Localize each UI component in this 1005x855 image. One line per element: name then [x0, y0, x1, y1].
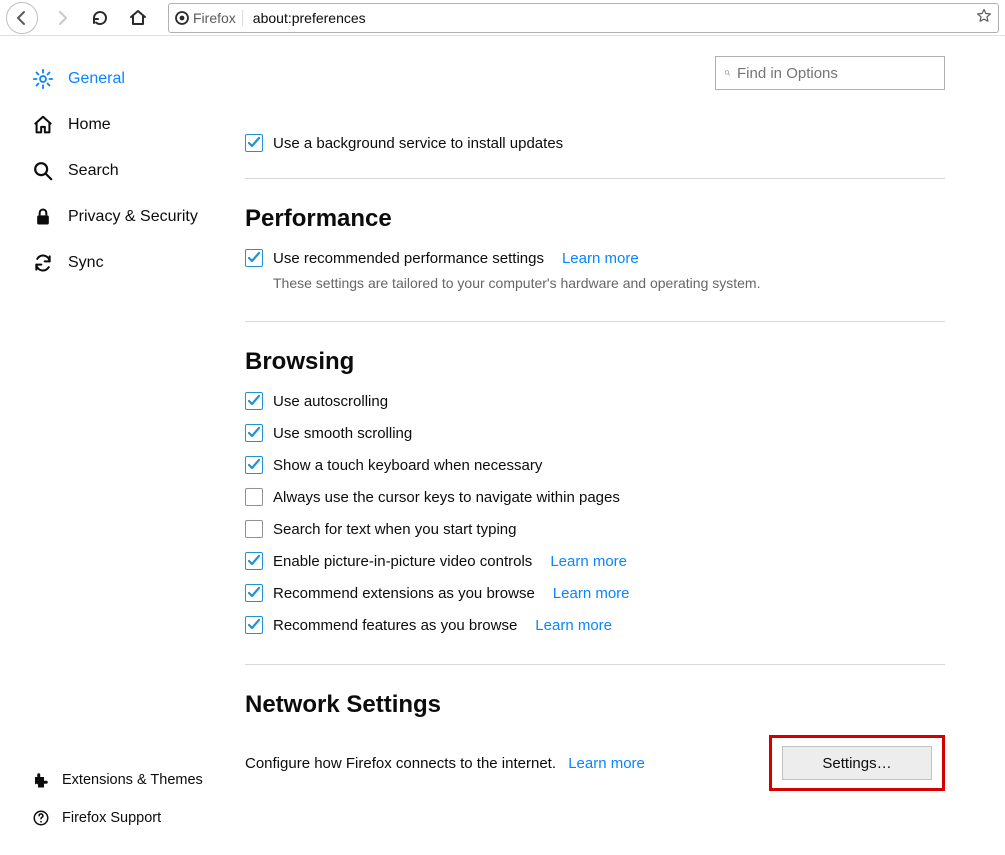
browser-toolbar: Firefox about:preferences [0, 0, 1005, 36]
cursor-keys-label: Always use the cursor keys to navigate w… [273, 489, 620, 506]
search-icon [32, 160, 54, 182]
bookmark-star-icon[interactable] [976, 8, 992, 28]
network-heading: Network Settings [245, 691, 945, 719]
checkbox-pip[interactable] [245, 552, 263, 570]
sidebar-item-general[interactable]: General [32, 56, 245, 102]
find-input[interactable] [737, 65, 936, 82]
checkbox-touch-keyboard[interactable] [245, 456, 263, 474]
network-description: Configure how Firefox connects to the in… [245, 755, 556, 772]
checkbox-autoscrolling[interactable] [245, 392, 263, 410]
home-icon [32, 114, 54, 136]
perf-learn-more-link[interactable]: Learn more [562, 250, 639, 267]
sidebar-item-sync[interactable]: Sync [32, 240, 245, 286]
rec-ext-learn-more-link[interactable]: Learn more [553, 585, 630, 602]
preferences-sidebar: General Home Search Privacy & Security [0, 36, 245, 855]
sync-icon [32, 252, 54, 274]
sidebar-item-label: Home [68, 116, 111, 134]
sidebar-item-label: Privacy & Security [68, 208, 198, 226]
recommended-perf-label: Use recommended performance settings [273, 250, 544, 267]
search-text-label: Search for text when you start typing [273, 521, 516, 538]
sidebar-item-label: General [68, 70, 125, 88]
sidebar-item-privacy[interactable]: Privacy & Security [32, 194, 245, 240]
sidebar-item-home[interactable]: Home [32, 102, 245, 148]
forward-button [48, 4, 76, 32]
sidebar-item-search[interactable]: Search [32, 148, 245, 194]
identity-box[interactable]: Firefox [175, 10, 243, 26]
section-divider [245, 321, 945, 322]
checkbox-recommended-perf[interactable] [245, 249, 263, 267]
settings-button-highlight: Settings… [769, 735, 945, 791]
section-browsing: Browsing Use autoscrolling Use smooth sc… [245, 348, 945, 634]
network-learn-more-link[interactable]: Learn more [568, 755, 645, 772]
help-icon [32, 809, 50, 827]
checkbox-bg-service[interactable] [245, 134, 263, 152]
performance-heading: Performance [245, 205, 945, 233]
section-performance: Performance Use recommended performance … [245, 205, 945, 291]
browsing-heading: Browsing [245, 348, 945, 376]
lock-icon [32, 206, 54, 228]
sidebar-item-support[interactable]: Firefox Support [32, 799, 245, 837]
puzzle-icon [32, 771, 50, 789]
home-button[interactable] [124, 4, 152, 32]
find-in-options[interactable] [715, 56, 945, 90]
checkbox-recommend-features[interactable] [245, 616, 263, 634]
perf-description: These settings are tailored to your comp… [273, 275, 945, 291]
firefox-icon [175, 11, 189, 25]
sidebar-item-label: Extensions & Themes [62, 772, 203, 788]
autoscrolling-label: Use autoscrolling [273, 393, 388, 410]
search-icon [724, 66, 731, 80]
url-text: about:preferences [249, 10, 970, 26]
touch-keyboard-label: Show a touch keyboard when necessary [273, 457, 542, 474]
checkbox-smooth-scrolling[interactable] [245, 424, 263, 442]
sidebar-item-label: Sync [68, 254, 104, 272]
network-settings-button[interactable]: Settings… [782, 746, 932, 780]
preferences-content: Use a background service to install upda… [245, 36, 1005, 855]
checkbox-recommend-extensions[interactable] [245, 584, 263, 602]
section-network: Network Settings Configure how Firefox c… [245, 691, 945, 791]
sidebar-item-label: Firefox Support [62, 810, 161, 826]
rec-feat-learn-more-link[interactable]: Learn more [535, 617, 612, 634]
sidebar-item-label: Search [68, 162, 119, 180]
identity-label: Firefox [193, 10, 236, 26]
pip-label: Enable picture-in-picture video controls [273, 553, 532, 570]
sidebar-item-extensions[interactable]: Extensions & Themes [32, 761, 245, 799]
bg-service-label: Use a background service to install upda… [273, 135, 563, 152]
smooth-scrolling-label: Use smooth scrolling [273, 425, 412, 442]
address-bar[interactable]: Firefox about:preferences [168, 3, 999, 33]
gear-icon [32, 68, 54, 90]
recommend-features-label: Recommend features as you browse [273, 617, 517, 634]
reload-button[interactable] [86, 4, 114, 32]
checkbox-cursor-keys[interactable] [245, 488, 263, 506]
back-button[interactable] [6, 2, 38, 34]
recommend-extensions-label: Recommend extensions as you browse [273, 585, 535, 602]
checkbox-search-text[interactable] [245, 520, 263, 538]
section-divider [245, 664, 945, 665]
pip-learn-more-link[interactable]: Learn more [550, 553, 627, 570]
section-divider [245, 178, 945, 179]
